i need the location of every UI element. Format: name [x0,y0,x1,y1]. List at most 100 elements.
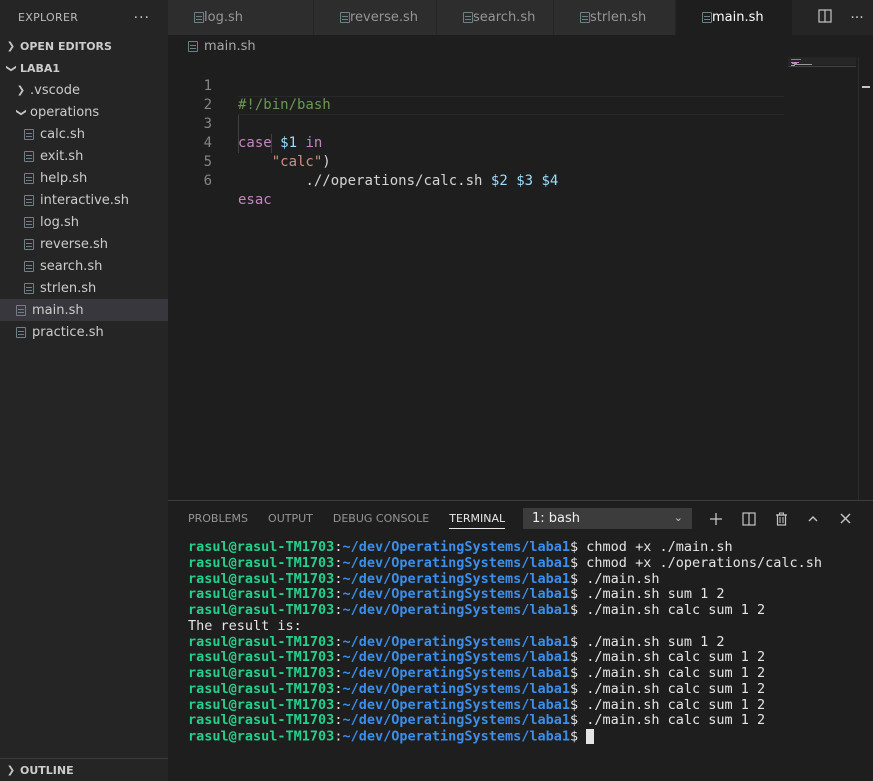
tab-label: search.sh [473,10,536,25]
tab-log[interactable]: log.sh [168,0,314,35]
terminal-output[interactable]: rasul@rasul-TM1703:~/dev/OperatingSystem… [188,539,822,745]
file-exit[interactable]: exit.sh [0,145,168,167]
file-icon [16,304,26,316]
folder-label: .vscode [30,82,80,98]
folder-label: operations [30,104,100,120]
trash-icon[interactable] [770,501,792,536]
tab-label: reverse.sh [350,10,419,25]
tab-main[interactable]: main.sh [676,0,793,35]
explorer-sidebar: EXPLORER ··· ❯ OPEN EDITORS ❯ LABA1 ❯ .v… [0,0,168,781]
terminal-output-line: The result is: [188,617,302,634]
file-main[interactable]: main.sh [0,299,168,321]
code-line-3: 3 case $1 in [168,96,788,151]
minimap[interactable] [788,57,856,117]
terminal-line: rasul@rasul-TM1703:~/dev/OperatingSystem… [188,680,766,697]
terminal-line: rasul@rasul-TM1703:~/dev/OperatingSystem… [188,539,733,555]
file-label: reverse.sh [40,236,109,252]
tab-strlen[interactable]: strlen.sh [554,0,676,35]
panel-tab-bar: PROBLEMS OUTPUT DEBUG CONSOLE TERMINAL 1… [168,501,873,536]
file-log[interactable]: log.sh [0,211,168,233]
terminal-select-value: 1: bash [532,511,581,526]
code-line-1: 1 #!/bin/bash [168,58,788,113]
terminal-line: rasul@rasul-TM1703:~/dev/OperatingSystem… [188,712,766,729]
file-label: exit.sh [40,148,84,164]
file-label: search.sh [40,258,103,274]
close-panel-icon[interactable] [834,501,856,536]
file-reverse[interactable]: reverse.sh [0,233,168,255]
file-icon [340,12,350,23]
folder-vscode[interactable]: ❯ .vscode [0,79,168,101]
outline-label: OUTLINE [20,763,74,777]
code-editor[interactable]: 1 #!/bin/bash 2 3 case $1 in 4 "calc") 5… [168,57,873,500]
terminal-select[interactable]: 1: bash ⌄ [523,508,692,529]
workspace-section[interactable]: ❯ LABA1 [0,57,168,79]
file-search[interactable]: search.sh [0,255,168,277]
code-line-6: 6 esac [168,153,788,208]
file-icon [188,40,198,52]
maximize-panel-icon[interactable] [802,501,824,536]
terminal-line: rasul@rasul-TM1703:~/dev/OperatingSystem… [188,602,766,618]
open-editors-section[interactable]: ❯ OPEN EDITORS [0,35,168,57]
file-strlen[interactable]: strlen.sh [0,277,168,299]
tab-reverse[interactable]: reverse.sh [314,0,437,35]
open-editors-label: OPEN EDITORS [20,39,112,53]
more-actions-icon[interactable]: ··· [134,10,150,26]
file-icon [24,150,34,162]
file-interactive[interactable]: interactive.sh [0,189,168,211]
file-icon [24,260,34,272]
explorer-title: EXPLORER [18,11,79,24]
file-calc[interactable]: calc.sh [0,123,168,145]
file-practice[interactable]: practice.sh [0,321,168,343]
chevron-right-icon: ❯ [6,764,16,776]
file-icon [194,12,204,23]
file-label: log.sh [40,214,79,230]
file-icon [580,12,590,23]
file-icon [24,194,34,206]
terminal-prompt-line: rasul@rasul-TM1703:~/dev/OperatingSystem… [188,729,822,745]
bottom-panel: PROBLEMS OUTPUT DEBUG CONSOLE TERMINAL 1… [168,500,873,759]
editor-actions: ··· [809,0,873,35]
code-line-4: 4 "calc") [168,115,788,170]
tab-debug-console[interactable]: DEBUG CONSOLE [333,501,429,536]
more-actions-icon[interactable]: ··· [841,10,873,26]
editor-tab-bar: log.sh reverse.sh search.sh strlen.sh ma… [168,0,873,35]
tab-search[interactable]: search.sh [437,0,554,35]
split-editor-icon[interactable] [809,8,841,27]
tab-problems[interactable]: PROBLEMS [188,501,248,536]
variable: $3 [516,173,534,189]
terminal-line: rasul@rasul-TM1703:~/dev/OperatingSystem… [188,586,725,603]
tab-label: log.sh [204,10,243,25]
file-help[interactable]: help.sh [0,167,168,189]
file-label: main.sh [32,302,84,318]
tab-label: strlen.sh [590,10,647,25]
file-icon [16,326,26,338]
file-icon [24,128,34,140]
file-icon [24,238,34,250]
folder-operations[interactable]: ❯ operations [0,101,168,123]
new-terminal-icon[interactable] [705,501,727,536]
tab-output[interactable]: OUTPUT [268,501,313,536]
editor-scrollbar[interactable] [858,57,873,500]
bottom-strip [168,759,873,781]
outline-section[interactable]: ❯ OUTLINE [0,758,168,781]
file-label: practice.sh [32,324,104,340]
scroll-marker [862,86,870,88]
variable: $2 [490,173,508,189]
chevron-right-icon: ❯ [16,84,26,96]
file-icon [24,216,34,228]
terminal-line: rasul@rasul-TM1703:~/dev/OperatingSystem… [188,665,766,681]
terminal-cursor [586,729,595,744]
chevron-right-icon: ❯ [6,40,16,52]
code-line-2: 2 [168,77,788,113]
chevron-down-icon: ❯ [5,63,17,73]
keyword: esac [238,192,272,208]
file-label: interactive.sh [40,192,129,208]
tab-terminal[interactable]: TERMINAL [449,501,505,536]
breadcrumb[interactable]: main.sh [168,35,873,57]
terminal-line: rasul@rasul-TM1703:~/dev/OperatingSystem… [188,554,822,571]
file-label: strlen.sh [40,280,97,296]
breadcrumb-file: main.sh [204,38,256,54]
chevron-down-icon: ❯ [15,107,27,117]
split-terminal-icon[interactable] [738,501,760,536]
file-icon [24,172,34,184]
